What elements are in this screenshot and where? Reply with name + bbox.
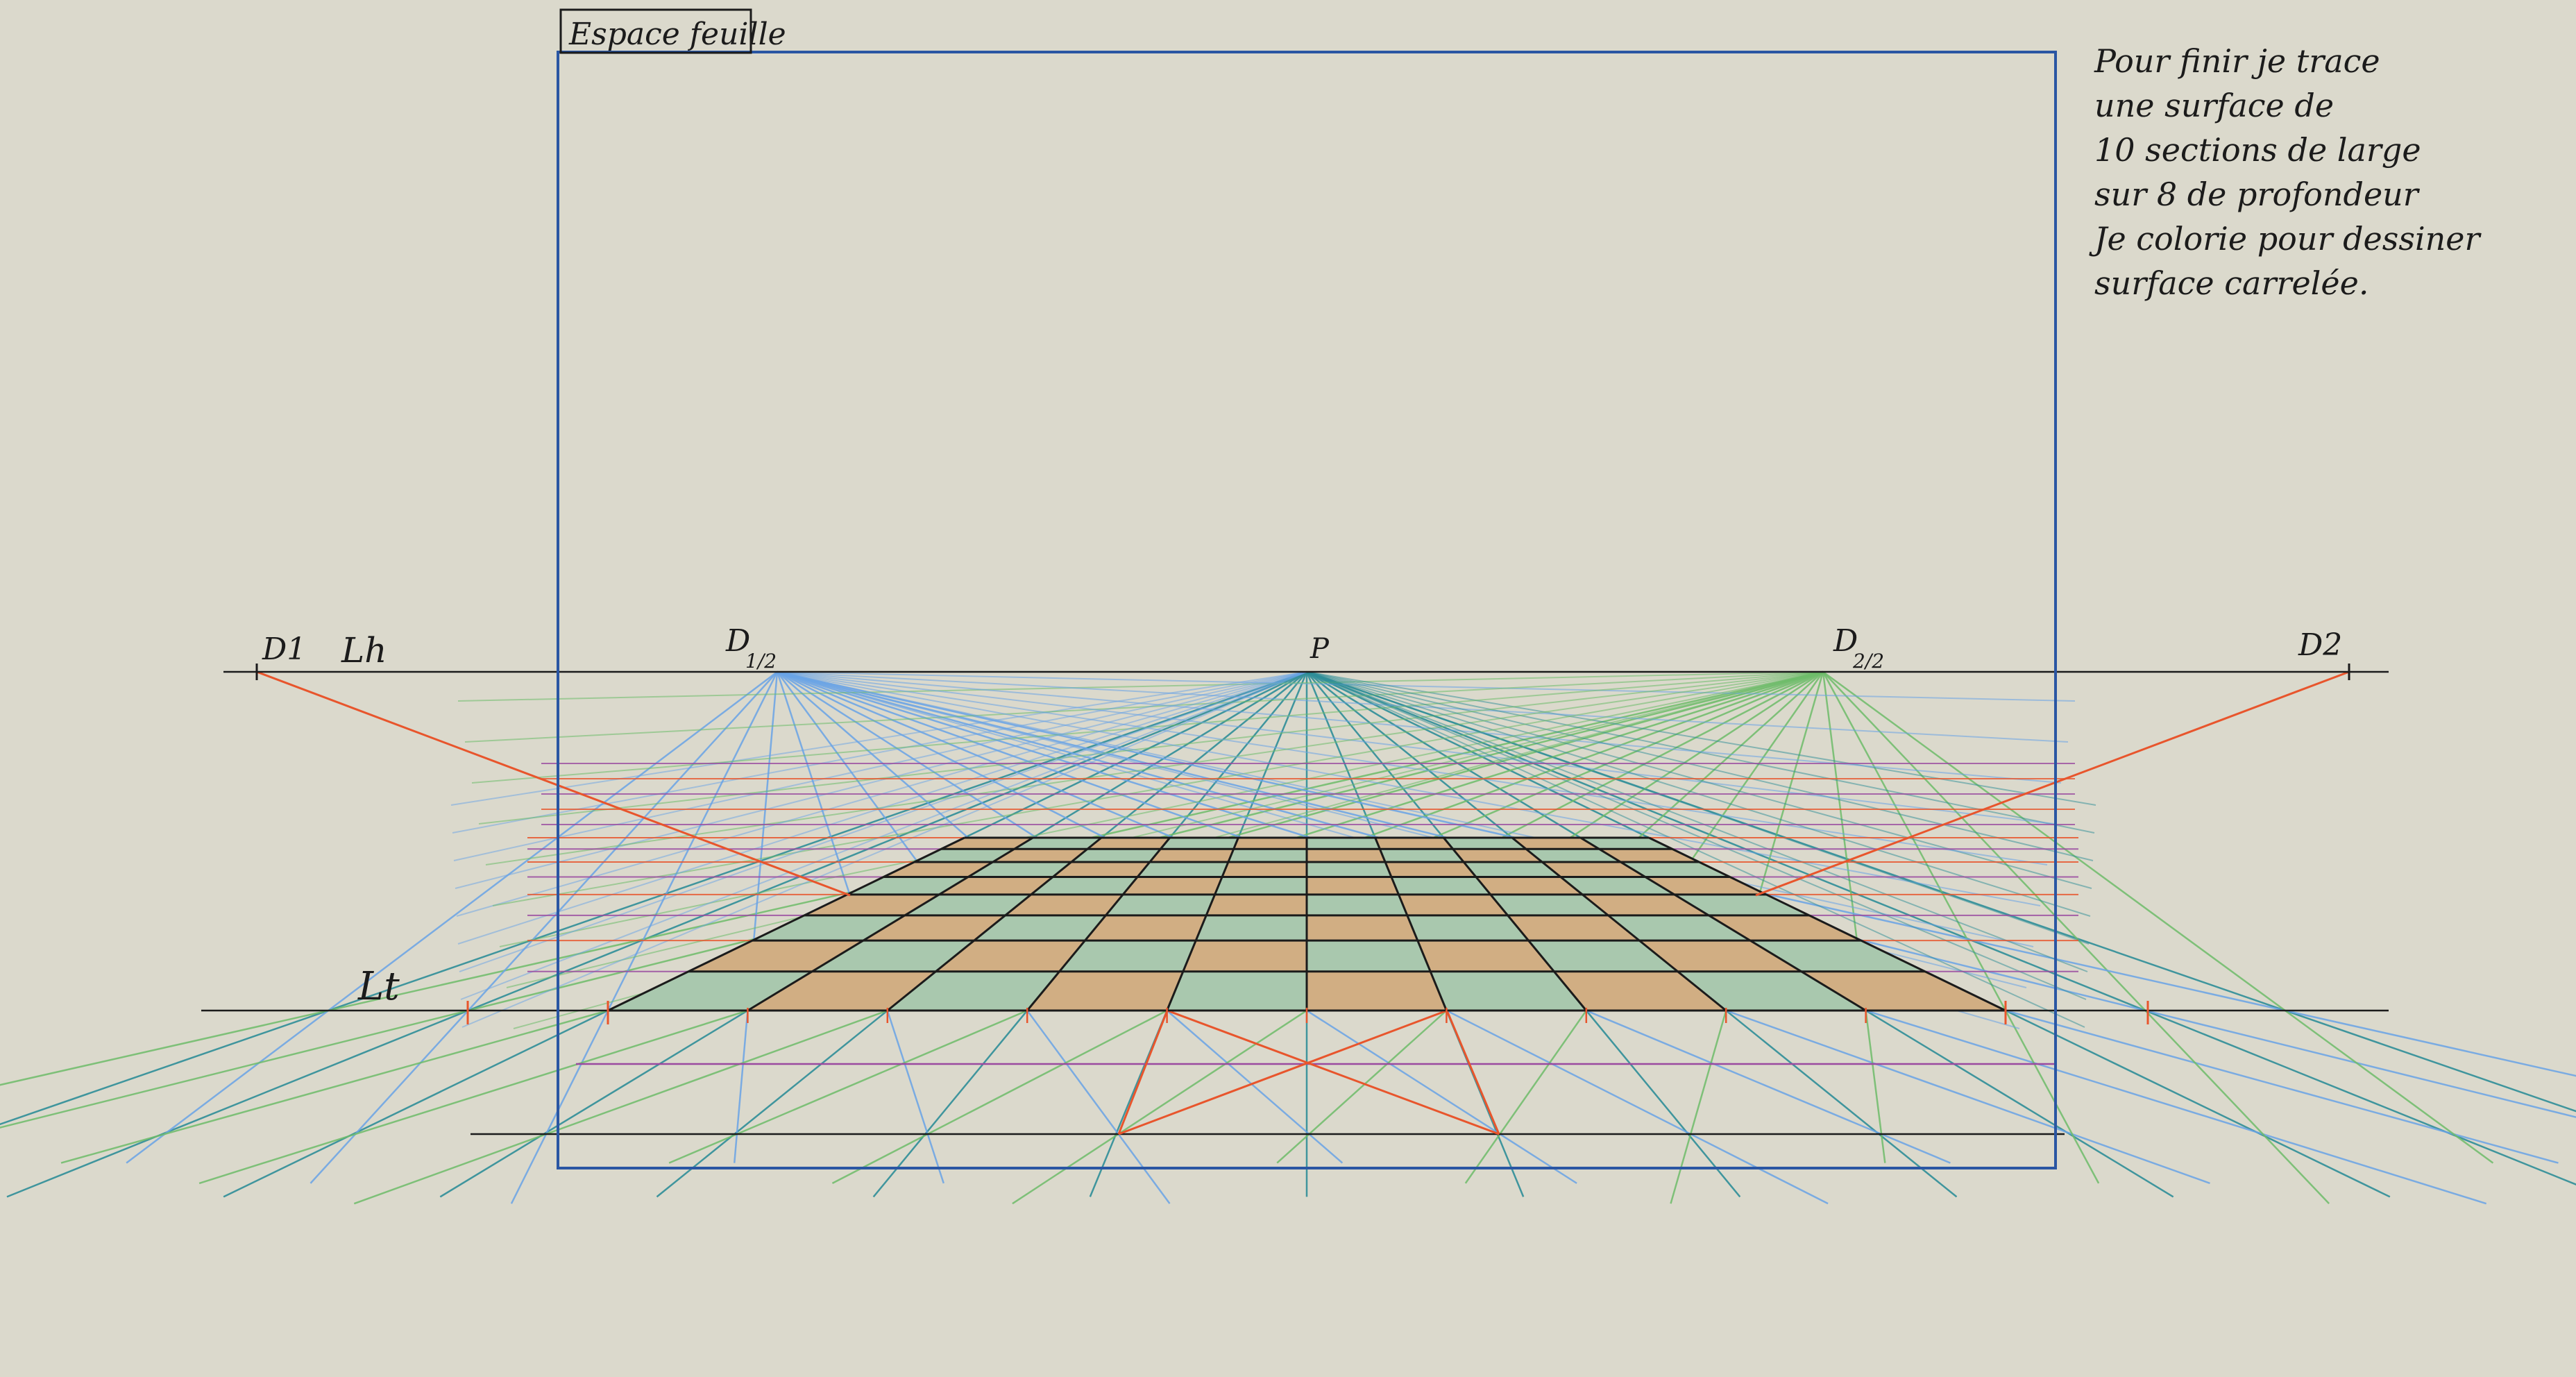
tile — [1391, 877, 1491, 895]
note-line: une surface de — [2094, 87, 2334, 124]
diagonal-front — [1117, 1010, 1169, 1135]
ray-from-d2-half — [1822, 671, 2330, 1205]
tile — [1123, 877, 1223, 895]
tile — [1233, 838, 1307, 850]
label-d1-half-sub: 1/2 — [745, 650, 777, 673]
diagonal-front — [1446, 1010, 1500, 1135]
ray-from-d2-half — [1822, 671, 2100, 1184]
tile — [1214, 877, 1307, 895]
tile — [1375, 838, 1453, 850]
tile — [1105, 894, 1215, 915]
label-d1: D1 — [262, 632, 306, 667]
tile — [1137, 861, 1228, 877]
tile — [1307, 915, 1418, 941]
ray-from-d1-half — [310, 671, 778, 1184]
diagonal-front — [1167, 1009, 1500, 1135]
label-p: P — [1310, 633, 1330, 665]
sheet-label: Espace feuille — [568, 17, 786, 52]
note-line: 10 sections de large — [2094, 131, 2421, 169]
tile — [1307, 894, 1407, 915]
note-line: Pour finir je trace — [2094, 42, 2380, 80]
tile — [1307, 971, 1447, 1011]
tile — [1307, 838, 1380, 850]
ray-from-d2-half — [1822, 670, 2494, 1164]
ray-from-d2-half — [464, 671, 1824, 743]
tile — [1183, 940, 1307, 972]
tile — [1307, 877, 1399, 895]
note-line: Je colorie pour dessiner — [2094, 220, 2480, 257]
label-horizon-line: Lh — [341, 630, 387, 670]
note-line: sur 8 de profondeur — [2094, 176, 2418, 213]
tile — [1380, 849, 1464, 862]
tile — [1398, 894, 1508, 915]
tile — [1149, 849, 1234, 862]
tile — [1222, 861, 1307, 877]
note-line: surface carrelée. — [2094, 264, 2369, 302]
instruction-note: Pour finir je trace une surface de 10 se… — [2094, 39, 2552, 305]
diagonal-front — [1118, 1009, 1448, 1135]
tile — [1307, 940, 1431, 972]
tile — [1307, 861, 1391, 877]
label-d2: D2 — [2298, 627, 2342, 663]
tile — [1167, 971, 1307, 1011]
tile — [1206, 894, 1307, 915]
ray-from-d2-half — [457, 671, 1824, 702]
tile — [1228, 849, 1307, 862]
tile — [1385, 861, 1476, 877]
ray-from-d2-half — [1822, 671, 1886, 1163]
tile — [1196, 915, 1307, 941]
tile — [1160, 838, 1239, 850]
label-ground-line: Lt — [357, 964, 400, 1009]
label-d2-half-sub: 2/2 — [1852, 650, 1884, 673]
tile — [1307, 849, 1386, 862]
